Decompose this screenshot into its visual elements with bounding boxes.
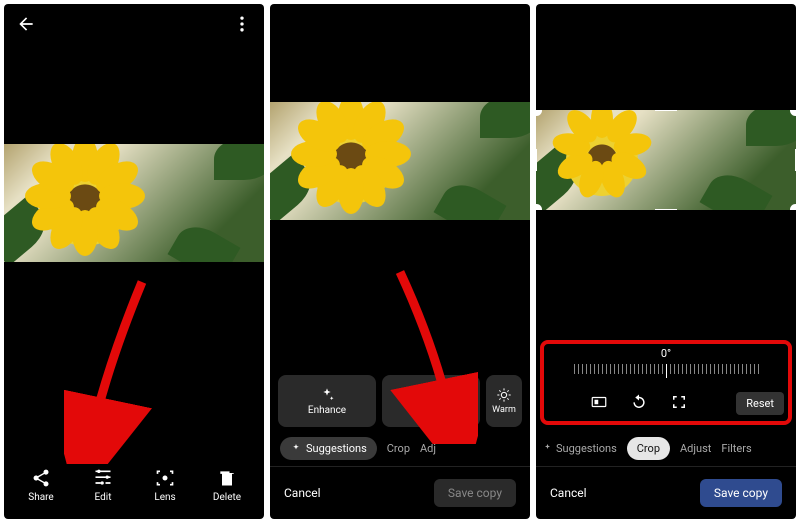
crop-handle-tl[interactable]: [536, 110, 542, 116]
tab-crop-label: Crop: [637, 442, 660, 455]
tab-crop[interactable]: Crop: [387, 442, 410, 455]
photo-preview[interactable]: [270, 16, 530, 375]
dynamic-label: Dynamic: [412, 405, 451, 416]
enhance-button[interactable]: Enhance: [278, 375, 376, 427]
photo-viewer-screen: Share Edit Lens Delete: [4, 4, 264, 519]
photo-image: [270, 102, 530, 220]
share-button[interactable]: Share: [16, 468, 66, 503]
editor-bottom-bar: Cancel Save copy: [536, 467, 796, 519]
share-label: Share: [28, 492, 53, 503]
expand-icon[interactable]: [670, 393, 688, 414]
tab-suggestions-label: Suggestions: [306, 442, 367, 455]
warm-label: Warm: [492, 405, 516, 415]
crop-toolbar: Reset: [536, 382, 796, 427]
reset-button[interactable]: Reset: [736, 392, 784, 415]
tab-adjust[interactable]: Adj: [420, 442, 436, 455]
lens-button[interactable]: Lens: [140, 468, 190, 503]
editor-tabs: Suggestions Crop Adj: [270, 427, 530, 466]
crop-handle-br[interactable]: [790, 204, 796, 210]
save-copy-button[interactable]: Save copy: [434, 479, 516, 507]
lens-label: Lens: [154, 492, 175, 503]
tab-crop[interactable]: Crop: [627, 437, 670, 460]
tab-suggestions-label: Suggestions: [556, 442, 617, 455]
photo-image: [4, 144, 264, 262]
tab-adjust[interactable]: Adjust: [680, 442, 711, 455]
top-bar: [4, 4, 264, 48]
tab-suggestions[interactable]: Suggestions: [542, 442, 617, 455]
suggestion-buttons: Enhance Dynamic Warm: [270, 375, 530, 427]
crop-edge-right[interactable]: [795, 149, 796, 171]
crop-preview[interactable]: [536, 16, 796, 226]
cancel-button[interactable]: Cancel: [284, 486, 321, 500]
dynamic-button[interactable]: Dynamic: [382, 375, 480, 427]
tab-filters[interactable]: Filters: [721, 442, 751, 455]
back-icon[interactable]: [16, 14, 36, 38]
rotate-icon[interactable]: [630, 393, 648, 414]
warm-button[interactable]: Warm: [486, 375, 522, 427]
photo-image: [536, 110, 796, 210]
rotation-ticks: [574, 364, 759, 378]
photo-preview[interactable]: [4, 48, 264, 458]
rotation-scale[interactable]: 0°: [536, 342, 796, 382]
rotation-angle-label: 0°: [661, 347, 671, 360]
bottom-action-bar: Share Edit Lens Delete: [4, 458, 264, 519]
save-copy-button[interactable]: Save copy: [700, 479, 782, 507]
photo-editor-suggestions-screen: Enhance Dynamic Warm Suggestions Crop Ad…: [270, 4, 530, 519]
crop-edge-bottom[interactable]: [655, 209, 677, 210]
cancel-button[interactable]: Cancel: [550, 486, 587, 500]
more-icon[interactable]: [232, 14, 252, 38]
editor-tabs: Suggestions Crop Adjust Filters: [536, 427, 796, 466]
aspect-ratio-icon[interactable]: [590, 393, 608, 414]
delete-button[interactable]: Delete: [202, 468, 252, 503]
tab-suggestions[interactable]: Suggestions: [280, 437, 377, 460]
crop-controls: 0° Reset: [536, 342, 796, 427]
edit-button[interactable]: Edit: [78, 468, 128, 503]
editor-bottom-bar: Cancel Save copy: [270, 467, 530, 519]
enhance-label: Enhance: [308, 405, 346, 416]
delete-label: Delete: [213, 492, 241, 503]
edit-label: Edit: [95, 492, 112, 503]
crop-edge-left[interactable]: [536, 149, 537, 171]
crop-edge-top[interactable]: [655, 110, 677, 111]
photo-editor-crop-screen: 0° Reset Suggestions Crop: [536, 4, 796, 519]
